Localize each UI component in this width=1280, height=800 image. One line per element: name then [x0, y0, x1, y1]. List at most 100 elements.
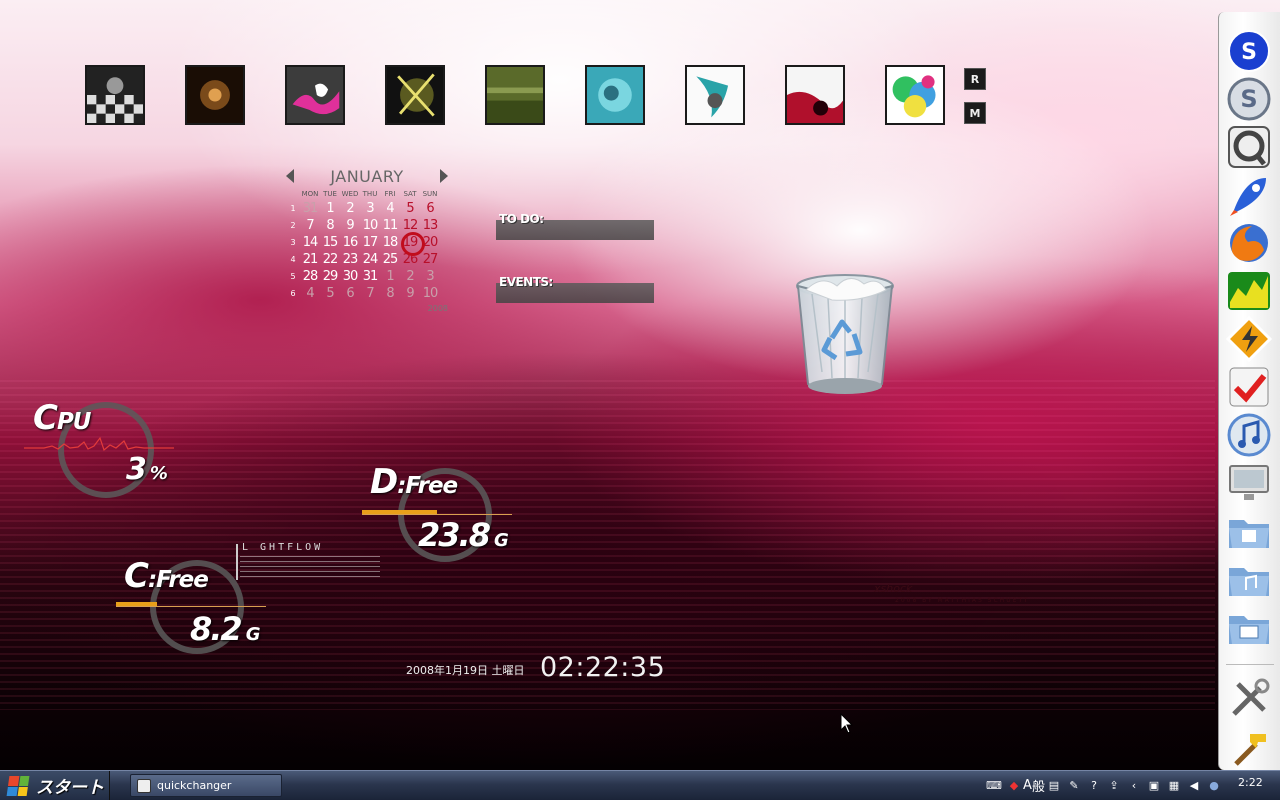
calendar-day[interactable]: 17: [360, 234, 380, 251]
rainbow-image: [887, 67, 943, 123]
calendar-day[interactable]: 4: [380, 200, 400, 217]
quickchanger-app-icon: [137, 778, 151, 793]
calendar-week-number: 6: [290, 289, 296, 298]
ime-tools-icon[interactable]: ✎: [1066, 777, 1082, 793]
volume-icon[interactable]: ◀: [1186, 777, 1202, 793]
calendar-day[interactable]: 10: [420, 285, 440, 302]
calendar-day[interactable]: 16: [340, 234, 360, 251]
calendar-day[interactable]: 9: [400, 285, 420, 302]
calendar-day[interactable]: 29: [320, 268, 340, 285]
wallpaper-thumb-red-dark[interactable]: [785, 65, 845, 125]
dock-s-app-icon[interactable]: S: [1226, 76, 1272, 122]
calendar-week-number: 3: [290, 238, 296, 247]
calendar-day[interactable]: 24: [360, 251, 380, 268]
hammer-icon: [1234, 734, 1266, 766]
keyboard-icon[interactable]: ⌨: [986, 777, 1002, 793]
wallpaper-thumb-pink-splash[interactable]: [285, 65, 345, 125]
wallpaper-thumb-dark-room[interactable]: [185, 65, 245, 125]
dock-folder-pictures-icon[interactable]: [1226, 604, 1272, 650]
ime-caps-icon[interactable]: ⇪: [1106, 777, 1122, 793]
s-app-icon: S: [1227, 77, 1271, 121]
dock-monitor-icon[interactable]: [1226, 460, 1272, 506]
yellow-burst-image: [387, 67, 443, 123]
wallpaper-thumb-green-field[interactable]: [485, 65, 545, 125]
dock-hammer-icon[interactable]: [1226, 724, 1272, 770]
calendar-day[interactable]: 31: [300, 200, 320, 217]
calendar-day[interactable]: 6: [420, 200, 440, 217]
taskbar-button-quickchanger[interactable]: quickchanger: [130, 774, 282, 797]
calendar-day[interactable]: 30: [340, 268, 360, 285]
calendar-day[interactable]: 15: [320, 234, 340, 251]
wallpaper-thumb-cyan-water[interactable]: [585, 65, 645, 125]
calendar-day[interactable]: 3: [420, 268, 440, 285]
calendar-day[interactable]: 5: [400, 200, 420, 217]
calendar-day[interactable]: 8: [320, 217, 340, 234]
drive-c-title: C:Free: [124, 556, 209, 596]
tray-collapse-icon[interactable]: ‹: [1126, 777, 1142, 793]
calendar-day[interactable]: 27: [420, 251, 440, 268]
calendar-day[interactable]: 4: [300, 285, 320, 302]
calendar-day[interactable]: 1: [320, 200, 340, 217]
ime-dictionary-icon[interactable]: ▤: [1046, 777, 1062, 793]
calendar-day[interactable]: 7: [360, 285, 380, 302]
water-drop-icon[interactable]: ●: [1206, 777, 1222, 793]
dock-folder-documents-icon[interactable]: [1226, 508, 1272, 554]
calendar-day[interactable]: 1: [380, 268, 400, 285]
recycle-bin-icon[interactable]: [792, 272, 898, 402]
taskbar-clock: 2:22: [1238, 776, 1263, 789]
calendar-weekday: TUE: [323, 190, 337, 198]
calendar-day[interactable]: 13: [420, 217, 440, 234]
dock-folder-music-icon[interactable]: [1226, 556, 1272, 602]
dock-bolt-app-icon[interactable]: [1226, 316, 1272, 362]
wallpaper-thumb-white-teal[interactable]: [685, 65, 745, 125]
skype-icon: S: [1228, 30, 1270, 72]
wallpaper-thumb-rainbow[interactable]: [885, 65, 945, 125]
calendar-day[interactable]: 28: [300, 268, 320, 285]
calendar-day[interactable]: 6: [340, 285, 360, 302]
clock-date: 2008年1月19日 土曜日: [406, 664, 525, 677]
calendar-day[interactable]: 2: [340, 200, 360, 217]
dock-quicktime-icon[interactable]: [1226, 124, 1272, 170]
calendar-day[interactable]: 10: [360, 217, 380, 234]
calendar-day[interactable]: 23: [340, 251, 360, 268]
start-button[interactable]: スタート: [0, 771, 110, 800]
wallpaper-thumb-yellow-burst[interactable]: [385, 65, 445, 125]
calendar-day[interactable]: 22: [320, 251, 340, 268]
random-wallpaper-button[interactable]: R: [964, 68, 986, 90]
calendar-day[interactable]: 25: [380, 251, 400, 268]
calendar-day[interactable]: 7: [300, 217, 320, 234]
next-month-arrow-icon[interactable]: [440, 169, 448, 183]
folder-music-icon: [1229, 568, 1269, 596]
prev-month-arrow-icon[interactable]: [286, 169, 294, 183]
calendar-day[interactable]: 31: [360, 268, 380, 285]
calendar-day[interactable]: 3: [360, 200, 380, 217]
dock-skype-icon[interactable]: S: [1226, 28, 1272, 74]
ime-input-mode[interactable]: A般: [1023, 777, 1045, 795]
calendar-week-number: 2: [290, 221, 296, 230]
calendar-day-today[interactable]: 19: [400, 232, 425, 256]
red-dark-image: [787, 67, 843, 123]
network-icon[interactable]: ▣: [1146, 777, 1162, 793]
calendar-day[interactable]: 8: [380, 285, 400, 302]
calendar-day[interactable]: 9: [340, 217, 360, 234]
dock-tools-icon[interactable]: [1226, 676, 1272, 722]
dock-rocket-icon[interactable]: [1226, 172, 1272, 218]
calendar-day[interactable]: 11: [380, 217, 400, 234]
dock-chart-app-icon[interactable]: [1226, 268, 1272, 314]
help-icon[interactable]: ?: [1086, 777, 1102, 793]
calendar-day[interactable]: 14: [300, 234, 320, 251]
wallpaper-thumb-checkerboard[interactable]: [85, 65, 145, 125]
dock-firefox-icon[interactable]: [1226, 220, 1272, 266]
calendar-day[interactable]: 18: [380, 234, 400, 251]
calendar-day[interactable]: 21: [300, 251, 320, 268]
cpu-value: 3%: [126, 452, 168, 487]
calendar-day[interactable]: 5: [320, 285, 340, 302]
wallpaper-menu-button[interactable]: M: [964, 102, 986, 124]
dock-itunes-icon[interactable]: [1226, 412, 1272, 458]
drive-c-bar-track: [116, 606, 266, 607]
calendar-day[interactable]: 2: [400, 268, 420, 285]
red-app-tray-icon[interactable]: ◆: [1006, 777, 1022, 793]
windows-flag-icon: [6, 775, 30, 796]
dock-checkmark-app-icon[interactable]: [1226, 364, 1272, 410]
calendar-tray-icon[interactable]: ▦: [1166, 777, 1182, 793]
